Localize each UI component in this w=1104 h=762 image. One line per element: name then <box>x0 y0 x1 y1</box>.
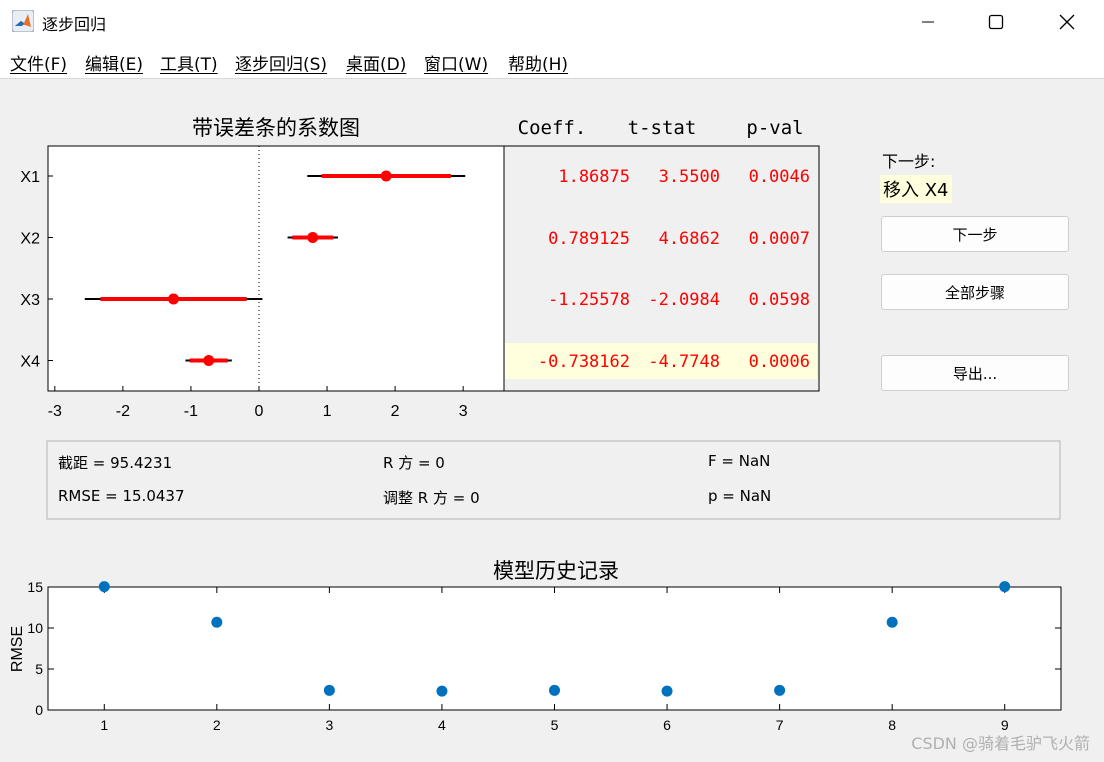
y-tick-label: X1 <box>20 169 40 186</box>
history-plot-title: 模型历史记录 <box>493 559 619 583</box>
rmse-value: RMSE = 15.0437 <box>58 487 185 505</box>
stats-panel <box>46 440 1061 520</box>
y-tick-label: 15 <box>27 579 43 595</box>
next-step-button[interactable]: 下一步 <box>881 216 1069 252</box>
header-tstat: t-stat <box>628 117 697 139</box>
history-point <box>436 685 448 697</box>
all-steps-button[interactable]: 全部步骤 <box>881 274 1069 310</box>
coeff-value: -0.738162 <box>538 352 630 372</box>
x-tick-label: 4 <box>438 717 446 733</box>
table-row[interactable]: 0.789125 4.6862 0.0007 <box>548 229 810 249</box>
x-tick-label: 1 <box>100 717 108 733</box>
watermark-text: CSDN @骑着毛驴飞火箭 <box>911 734 1090 753</box>
x-tick-label: 0 <box>255 403 264 420</box>
history-point <box>886 616 898 628</box>
coeff-value: 1.86875 <box>558 167 630 187</box>
tstat-value: -2.0984 <box>648 290 720 310</box>
history-point <box>98 581 110 593</box>
coeff-value: -1.25578 <box>548 290 630 310</box>
history-point <box>999 581 1011 593</box>
coef-plot-title: 带误差条的系数图 <box>192 116 360 140</box>
next-step-value: 移入 X4 <box>880 175 952 203</box>
x-tick-label: 3 <box>325 717 333 733</box>
pval-value: 0.0007 <box>749 229 810 249</box>
table-row[interactable]: -0.738162 -4.7748 0.0006 <box>538 352 810 372</box>
x-tick-label: 2 <box>391 403 400 420</box>
history-point <box>774 684 786 696</box>
pval-value: 0.0046 <box>749 167 810 187</box>
coef-point-x1 <box>380 170 392 182</box>
export-button[interactable]: 导出... <box>881 355 1069 391</box>
x-tick-label: 1 <box>323 403 332 420</box>
x-tick-label: 7 <box>776 717 784 733</box>
tstat-value: 3.5500 <box>659 167 720 187</box>
header-pval: p-val <box>746 117 803 139</box>
x-tick-label: -2 <box>116 403 130 420</box>
x-tick-label: -1 <box>184 403 198 420</box>
tstat-value: -4.7748 <box>648 352 720 372</box>
r-square-value: R 方 = 0 <box>383 454 445 472</box>
coef-plot-axes[interactable] <box>47 145 505 392</box>
history-point <box>661 685 673 697</box>
pval-value: 0.0006 <box>749 352 810 372</box>
history-point <box>549 684 560 696</box>
history-y-label: RMSE <box>9 626 26 672</box>
coeff-value: 0.789125 <box>548 229 630 249</box>
next-step-label: 下一步: <box>882 152 936 171</box>
x-tick-label: -3 <box>48 403 62 420</box>
pval-value: 0.0598 <box>749 290 810 310</box>
x-tick-label: 8 <box>888 717 896 733</box>
tstat-value: 4.6862 <box>659 229 720 249</box>
y-tick-label: 0 <box>35 702 43 718</box>
y-tick-label: 10 <box>27 620 43 636</box>
coef-point-x4 <box>203 355 215 366</box>
history-point <box>323 684 335 696</box>
y-tick-label: X2 <box>20 231 40 248</box>
p-value: p = NaN <box>708 487 772 505</box>
f-stat-value: F = NaN <box>708 452 771 470</box>
header-coeff: Coeff. <box>518 117 587 139</box>
x-tick-label: 5 <box>551 717 559 733</box>
table-row[interactable]: -1.25578 -2.0984 0.0598 <box>548 290 810 310</box>
table-row[interactable]: 1.86875 3.5500 0.0046 <box>558 167 810 187</box>
intercept-value: 截距 = 95.4231 <box>58 454 173 472</box>
x-tick-label: 2 <box>213 717 221 733</box>
adj-r-square-value: 调整 R 方 = 0 <box>383 489 480 507</box>
history-point <box>211 616 223 628</box>
y-tick-label: X4 <box>20 354 40 371</box>
x-tick-label: 3 <box>459 403 468 420</box>
coef-point-x2 <box>307 232 319 243</box>
x-tick-label: 6 <box>663 717 671 733</box>
coef-point-x3 <box>168 293 180 305</box>
y-tick-label: 5 <box>35 661 43 677</box>
y-tick-label: X3 <box>20 292 40 309</box>
